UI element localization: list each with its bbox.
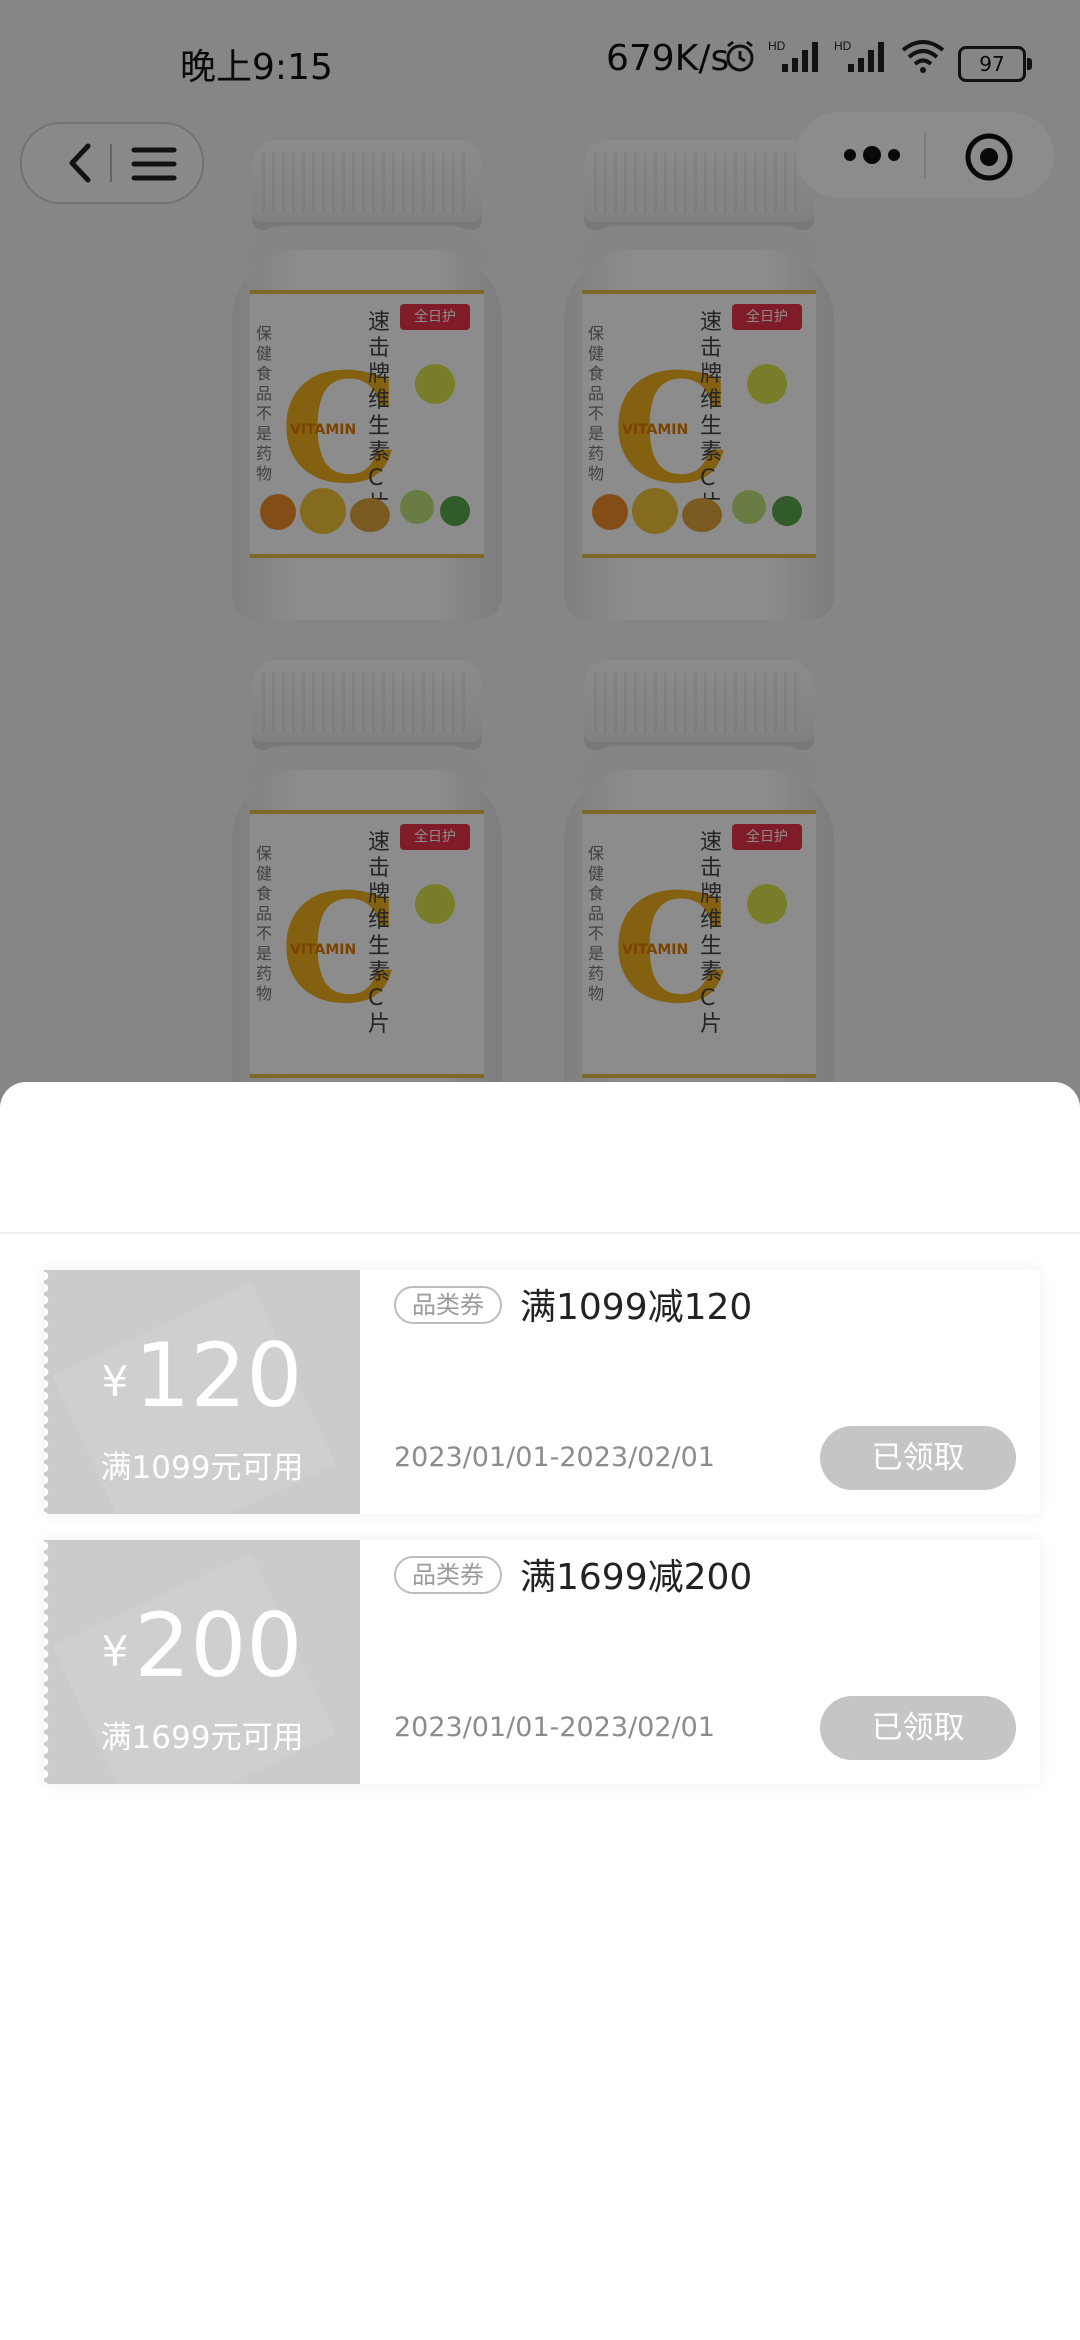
coupon-validity: 2023/01/01-2023/02/01 [394,1712,715,1743]
coupon-info: 品类券 满1099减120 2023/01/01-2023/02/01 已领取 [360,1270,1040,1514]
coupon-condition: 满1699元可用 [100,1720,304,1756]
claimed-button[interactable]: 已领取 [820,1426,1016,1490]
coupon-info: 品类券 满1699减200 2023/01/01-2023/02/01 已领取 [360,1540,1040,1784]
category-badge: 品类券 [394,1556,502,1594]
coupon-amount: ¥200 [44,1598,360,1694]
currency-symbol: ¥ [101,1357,129,1406]
coupon-card: ¥120 满1099元可用 品类券 满1099减120 2023/01/01-2… [44,1270,1040,1514]
coupon-title: 满1099减120 [520,1287,753,1328]
coupon-amount-panel: ¥120 满1099元可用 [44,1270,360,1514]
coupon-value: 120 [134,1324,303,1427]
claimed-button[interactable]: 已领取 [820,1696,1016,1760]
coupon-card: ¥200 满1699元可用 品类券 满1699减200 2023/01/01-2… [44,1540,1040,1784]
sheet-header [0,1082,1080,1234]
coupon-validity: 2023/01/01-2023/02/01 [394,1442,715,1473]
coupon-condition: 满1099元可用 [100,1450,304,1486]
coupon-amount: ¥120 [44,1328,360,1424]
category-badge: 品类券 [394,1286,502,1324]
coupon-amount-panel: ¥200 满1699元可用 [44,1540,360,1784]
coupon-title: 满1699减200 [520,1557,753,1598]
coupon-value: 200 [134,1594,303,1697]
currency-symbol: ¥ [101,1627,129,1676]
coupon-sheet: ¥120 满1099元可用 品类券 满1099减120 2023/01/01-2… [0,1082,1080,2340]
